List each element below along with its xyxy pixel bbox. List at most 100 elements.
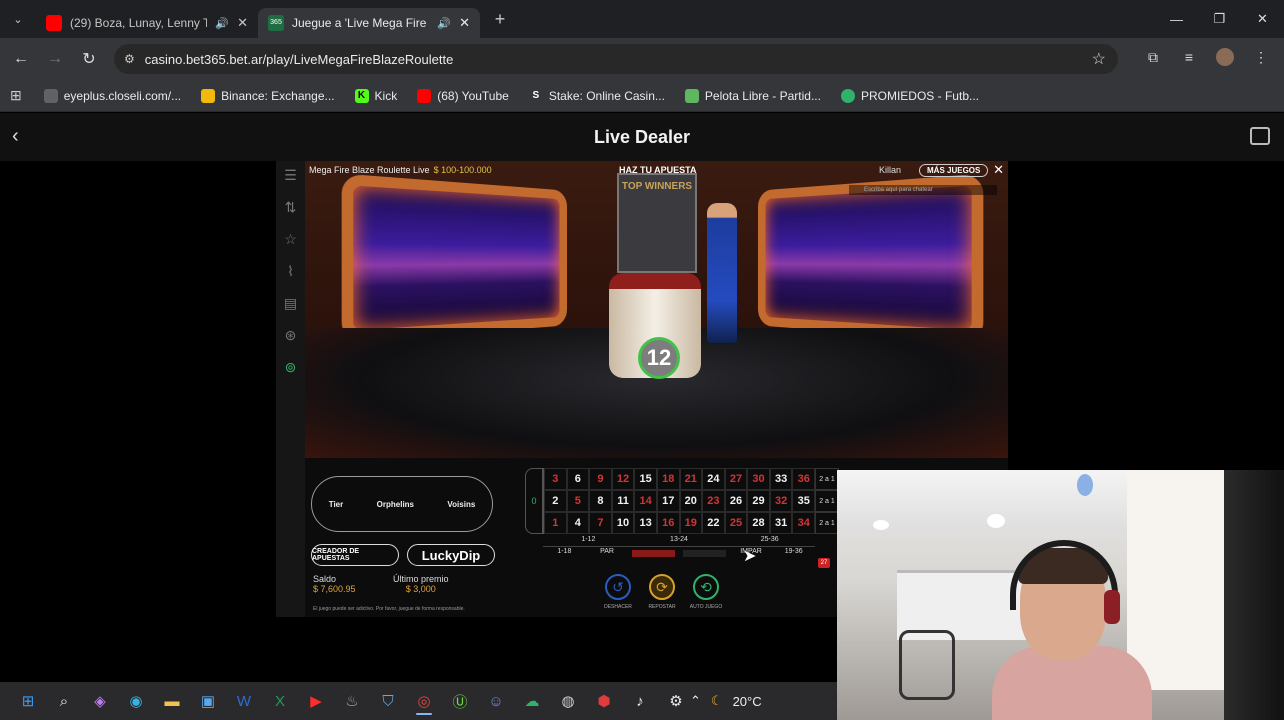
number-cell[interactable]: 7 (589, 512, 612, 534)
bookmark-youtube[interactable]: (68) YouTube (417, 88, 509, 103)
temperature[interactable]: 20°C (733, 694, 762, 709)
youtube-icon[interactable]: ▶ (298, 686, 334, 716)
tab-bet365[interactable]: 365 Juegue a 'Live Mega Fire Bla 🔊 ✕ (258, 8, 480, 38)
site-info-icon[interactable]: ⚙ (124, 52, 135, 66)
new-tab-button[interactable]: + (480, 9, 520, 30)
bookmark-promiedos[interactable]: PROMIEDOS - Futb... (840, 88, 979, 103)
number-cell[interactable]: 14 (634, 490, 657, 512)
number-cell[interactable]: 1 (544, 512, 567, 534)
tab-search-chevron-icon[interactable]: ⌄ (0, 0, 36, 38)
column-bet[interactable]: 2 a 1 (815, 512, 839, 534)
discord-icon[interactable]: ☺ (478, 686, 514, 716)
number-cell[interactable]: 28 (747, 512, 770, 534)
number-cell[interactable]: 11 (611, 490, 635, 512)
bookmark-kick[interactable]: K Kick (354, 88, 397, 103)
race-orphelins[interactable]: Orphelins (377, 500, 414, 509)
store-icon[interactable]: ▣ (190, 686, 226, 716)
number-cell[interactable]: 29 (747, 490, 770, 512)
chevron-up-icon[interactable]: ⌃ (690, 693, 701, 709)
number-cell[interactable]: 26 (724, 490, 748, 512)
more-games-button[interactable]: MÁS JUEGOS (919, 163, 989, 177)
column-bet[interactable]: 2 a 1 (815, 468, 839, 490)
explorer-icon[interactable]: ▬ (154, 686, 190, 716)
cloud-icon[interactable]: ☁ (514, 686, 550, 716)
chat-input[interactable]: Escriba aquí para chatear (849, 185, 997, 195)
close-tab-icon[interactable]: ✕ (237, 15, 248, 31)
obs-icon[interactable]: ◍ (550, 686, 586, 716)
dozen-bet[interactable]: 13-24 (633, 536, 725, 547)
extensions-icon[interactable]: ⧉ (1144, 48, 1162, 66)
copilot-icon[interactable]: ◈ (82, 686, 118, 716)
media-control-icon[interactable]: ≡ (1180, 48, 1198, 66)
upwork-icon[interactable]: Ⓤ (442, 686, 478, 716)
stats-icon[interactable]: ⌇ (287, 263, 294, 280)
bet-even[interactable]: PAR (586, 548, 629, 559)
back-arrow-icon[interactable]: ← (4, 50, 38, 68)
number-cell[interactable]: 16 (656, 512, 680, 534)
number-cell[interactable]: 23 (702, 490, 725, 512)
bookmark-pelota-libre[interactable]: Pelota Libre - Partid... (684, 88, 821, 103)
menu-icon[interactable]: ☰ (284, 167, 297, 184)
number-cell[interactable]: 10 (611, 512, 635, 534)
bet-low[interactable]: 1-18 (543, 548, 586, 559)
number-cell[interactable]: 30 (747, 468, 770, 490)
race-tier[interactable]: Tier (329, 500, 344, 509)
edge-icon[interactable]: ◉ (118, 686, 154, 716)
reload-icon[interactable]: ↻ (72, 49, 106, 69)
favorite-star-icon[interactable]: ☆ (284, 231, 297, 248)
zero-cell[interactable]: 0 (525, 468, 543, 534)
bet-high[interactable]: 19-36 (772, 548, 815, 559)
speaker-icon[interactable]: 🔊 (215, 17, 229, 30)
vpn-icon[interactable]: ⛉ (370, 686, 406, 716)
bet-red[interactable] (632, 550, 676, 557)
number-cell[interactable]: 6 (566, 468, 590, 490)
speaker-icon[interactable]: 🔊 (437, 17, 451, 30)
tab-youtube[interactable]: (29) Boza, Lunay, Lenny Tava 🔊 ✕ (36, 8, 258, 38)
forward-arrow-icon[interactable]: → (38, 50, 72, 68)
number-cell[interactable]: 22 (702, 512, 725, 534)
dozen-bet[interactable]: 25-36 (724, 536, 816, 547)
bet-creator-button[interactable]: CREADOR DE APUESTAS (311, 544, 399, 566)
settings-icon[interactable]: ⚙ (658, 686, 694, 716)
close-game-icon[interactable]: ✕ (993, 162, 1004, 178)
number-cell[interactable]: 2 (544, 490, 567, 512)
number-cell[interactable]: 13 (634, 512, 657, 534)
search-icon[interactable]: ⌕ (46, 686, 82, 716)
bookmark-binance[interactable]: Binance: Exchange... (201, 88, 335, 103)
number-cell[interactable]: 35 (792, 490, 815, 512)
number-cell[interactable]: 8 (589, 490, 612, 512)
number-cell[interactable]: 24 (702, 468, 725, 490)
word-icon[interactable]: W (226, 686, 262, 716)
excel-icon[interactable]: X (262, 686, 298, 716)
number-cell[interactable]: 3 (544, 468, 567, 490)
dozen-bet[interactable]: 1-12 (543, 536, 634, 547)
profile-avatar[interactable] (1216, 48, 1234, 66)
number-cell[interactable]: 19 (679, 512, 703, 534)
number-cell[interactable]: 17 (656, 490, 680, 512)
number-cell[interactable]: 36 (792, 468, 815, 490)
steam-icon[interactable]: ♨ (334, 686, 370, 716)
luckydip-button[interactable]: LuckyDip (407, 544, 495, 566)
number-cell[interactable]: 33 (769, 468, 793, 490)
number-cell[interactable]: 32 (769, 490, 793, 512)
number-cell[interactable]: 12 (611, 468, 635, 490)
popout-icon[interactable] (1250, 127, 1270, 145)
back-chevron-icon[interactable]: ‹ (12, 125, 19, 148)
app-icon[interactable]: ⬢ (586, 686, 622, 716)
bookmark-star-icon[interactable]: ☆ (1092, 49, 1106, 69)
number-cell[interactable]: 31 (769, 512, 793, 534)
bet-black[interactable] (683, 550, 726, 557)
number-cell[interactable]: 4 (566, 512, 590, 534)
tiktok-icon[interactable]: ♪ (622, 686, 658, 716)
undo-button[interactable]: ↺ DESHACER (604, 574, 632, 610)
bookmark-eyeplus[interactable]: eyeplus.closeli.com/... (43, 88, 181, 103)
number-cell[interactable]: 25 (724, 512, 748, 534)
number-cell[interactable]: 34 (792, 512, 815, 534)
bookmark-stake[interactable]: S Stake: Online Casin... (528, 88, 665, 103)
race-voisins[interactable]: Voisins (447, 500, 475, 509)
number-cell[interactable]: 27 (724, 468, 748, 490)
column-bet[interactable]: 2 a 1 (815, 490, 839, 512)
chrome-icon[interactable]: ◎ (406, 686, 442, 716)
close-window-icon[interactable]: ✕ (1241, 0, 1284, 38)
close-tab-icon[interactable]: ✕ (459, 15, 470, 31)
